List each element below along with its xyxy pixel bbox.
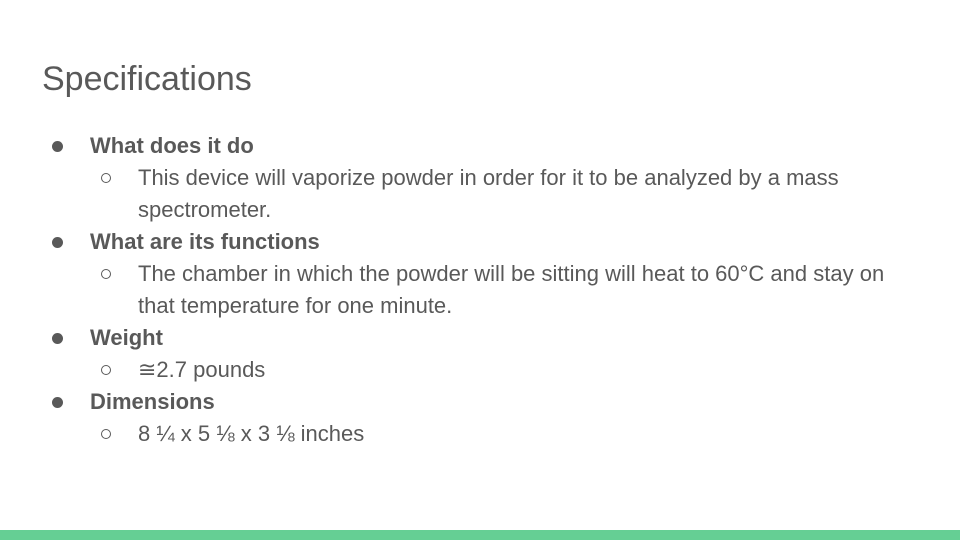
bullet-detail-text: The chamber in which the powder will be …: [138, 261, 885, 318]
bullet-detail: 8 ¼ x 5 ⅛ x 3 ⅛ inches: [0, 418, 960, 450]
bullet-heading-text: Dimensions: [90, 389, 215, 414]
slide-title: Specifications: [42, 60, 252, 98]
filled-bullet-icon: [52, 397, 63, 408]
bullet-heading-text: What does it do: [90, 133, 254, 158]
bullet-detail: This device will vaporize powder in orde…: [0, 162, 960, 226]
bullet-detail-text: 8 ¼ x 5 ⅛ x 3 ⅛ inches: [138, 421, 365, 446]
bullet-detail: The chamber in which the powder will be …: [0, 258, 960, 322]
accent-bar: [0, 530, 960, 540]
bullet-heading: Dimensions: [0, 386, 960, 418]
bullet-heading-text: What are its functions: [90, 229, 320, 254]
bullet-heading: What does it do: [0, 130, 960, 162]
hollow-bullet-icon: [101, 173, 111, 183]
bullet-detail-text: This device will vaporize powder in orde…: [138, 165, 839, 222]
bullet-heading-text: Weight: [90, 325, 163, 350]
filled-bullet-icon: [52, 333, 63, 344]
bullet-detail-text: ≅2.7 pounds: [138, 357, 266, 382]
hollow-bullet-icon: [101, 269, 111, 279]
hollow-bullet-icon: [101, 429, 111, 439]
bullet-detail: ≅2.7 pounds: [0, 354, 960, 386]
slide: Specifications What does it do This devi…: [0, 0, 960, 540]
hollow-bullet-icon: [101, 365, 111, 375]
bullet-heading: Weight: [0, 322, 960, 354]
bullet-list: What does it do This device will vaporiz…: [0, 130, 960, 450]
filled-bullet-icon: [52, 141, 63, 152]
bullet-heading: What are its functions: [0, 226, 960, 258]
filled-bullet-icon: [52, 237, 63, 248]
